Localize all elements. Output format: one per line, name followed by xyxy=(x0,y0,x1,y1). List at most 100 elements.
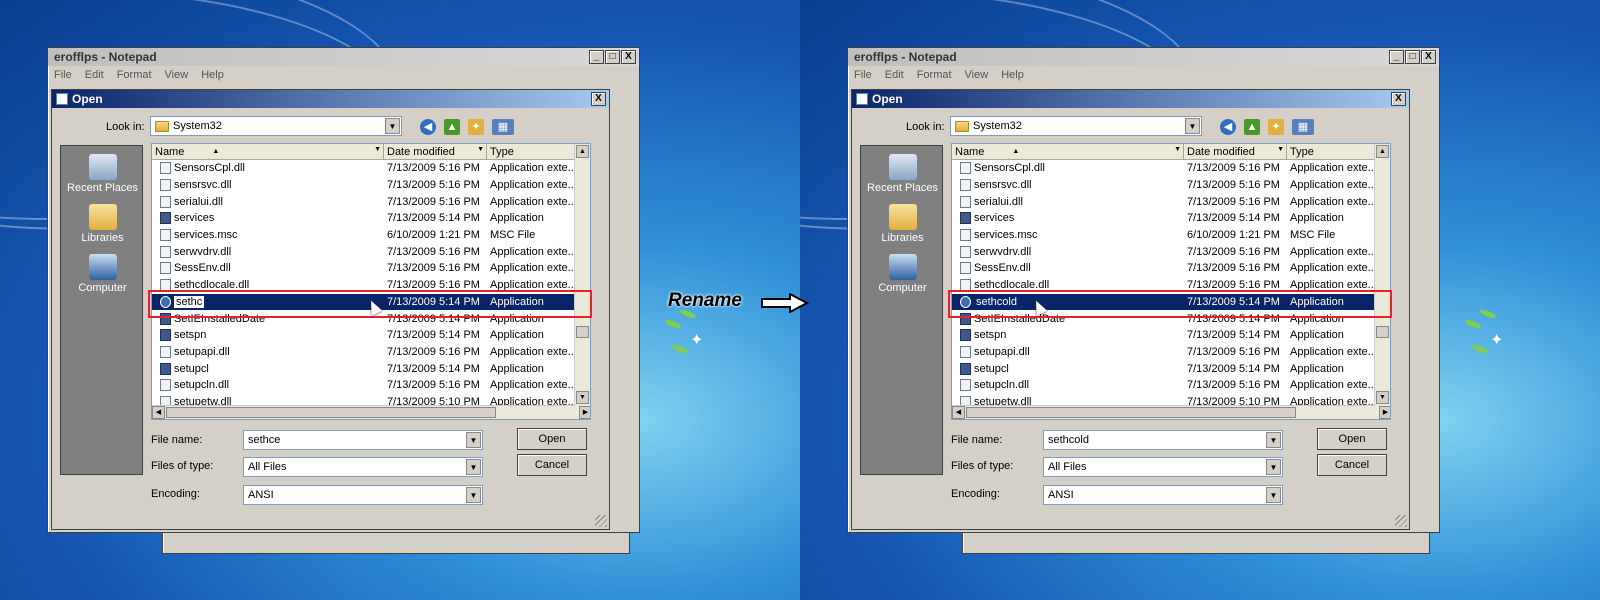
menu-view[interactable]: View xyxy=(165,69,189,81)
column-name[interactable]: Name ▲ ▼ xyxy=(952,144,1184,159)
file-name-input[interactable]: sethcold ▼ xyxy=(1043,430,1283,450)
view-menu-icon[interactable]: ▦ xyxy=(1292,119,1314,135)
close-button[interactable]: X xyxy=(1421,50,1436,64)
table-row[interactable]: SensorsCpl.dll 7/13/2009 5:16 PM Applica… xyxy=(152,160,590,177)
table-row[interactable]: setupapi.dll 7/13/2009 5:16 PM Applicati… xyxy=(152,344,590,361)
scroll-up-icon[interactable]: ▲ xyxy=(576,145,589,158)
table-row[interactable]: serwvdrv.dll 7/13/2009 5:16 PM Applicati… xyxy=(152,243,590,260)
horizontal-scrollbar[interactable]: ◀ ▶ xyxy=(952,405,1390,419)
dialog-close-button[interactable]: X xyxy=(1391,92,1406,106)
table-row[interactable]: serwvdrv.dll 7/13/2009 5:16 PM Applicati… xyxy=(952,243,1390,260)
new-folder-icon[interactable]: ✦ xyxy=(468,119,484,135)
cancel-button[interactable]: Cancel xyxy=(517,454,587,476)
table-row[interactable]: services.msc 6/10/2009 1:21 PM MSC File xyxy=(952,227,1390,244)
menu-edit[interactable]: Edit xyxy=(885,69,904,81)
menu-file[interactable]: File xyxy=(54,69,72,81)
cancel-button[interactable]: Cancel xyxy=(1317,454,1387,476)
table-row[interactable]: SessEnv.dll 7/13/2009 5:16 PM Applicatio… xyxy=(152,260,590,277)
table-row[interactable]: setupcl 7/13/2009 5:14 PM Application xyxy=(952,360,1390,377)
table-row[interactable]: SensorsCpl.dll 7/13/2009 5:16 PM Applica… xyxy=(952,160,1390,177)
table-row[interactable]: sensrsvc.dll 7/13/2009 5:16 PM Applicati… xyxy=(952,177,1390,194)
menu-format[interactable]: Format xyxy=(117,69,152,81)
scroll-left-icon[interactable]: ◀ xyxy=(152,406,165,419)
place-recent[interactable]: Recent Places xyxy=(61,154,144,194)
place-computer[interactable]: Computer xyxy=(61,254,144,294)
scroll-thumb[interactable] xyxy=(576,326,589,338)
file-name-input[interactable]: sethce ▼ xyxy=(243,430,483,450)
scroll-thumb[interactable] xyxy=(966,407,1296,418)
close-button[interactable]: X xyxy=(621,50,636,64)
table-row[interactable]: SessEnv.dll 7/13/2009 5:16 PM Applicatio… xyxy=(952,260,1390,277)
column-date[interactable]: Date modified ▼ xyxy=(384,144,487,159)
table-row[interactable]: setupcln.dll 7/13/2009 5:16 PM Applicati… xyxy=(152,377,590,394)
look-in-combo[interactable]: System32 ▼ xyxy=(150,116,402,136)
minimize-button[interactable]: _ xyxy=(1389,50,1404,64)
maximize-button[interactable]: □ xyxy=(1405,50,1420,64)
column-date[interactable]: Date modified ▼ xyxy=(1184,144,1287,159)
scroll-down-icon[interactable]: ▼ xyxy=(576,391,589,404)
maximize-button[interactable]: □ xyxy=(605,50,620,64)
chevron-down-icon[interactable]: ▼ xyxy=(1185,118,1200,134)
resize-grip[interactable] xyxy=(1395,515,1407,527)
scroll-thumb[interactable] xyxy=(166,407,496,418)
menu-view[interactable]: View xyxy=(965,69,989,81)
up-folder-icon[interactable]: ▲ xyxy=(444,119,460,135)
scroll-right-icon[interactable]: ▶ xyxy=(579,406,590,419)
minimize-button[interactable]: _ xyxy=(589,50,604,64)
table-row[interactable]: sensrsvc.dll 7/13/2009 5:16 PM Applicati… xyxy=(152,177,590,194)
vertical-scrollbar[interactable]: ▲ ▼ xyxy=(1374,144,1390,419)
menu-edit[interactable]: Edit xyxy=(85,69,104,81)
chevron-down-icon[interactable]: ▼ xyxy=(477,146,484,153)
chevron-down-icon[interactable]: ▼ xyxy=(1266,459,1281,475)
place-libraries[interactable]: Libraries xyxy=(861,204,944,244)
scroll-down-icon[interactable]: ▼ xyxy=(1376,391,1389,404)
encoding-select[interactable]: ANSI ▼ xyxy=(243,485,483,505)
chevron-down-icon[interactable]: ▼ xyxy=(466,459,481,475)
table-row[interactable]: setupcln.dll 7/13/2009 5:16 PM Applicati… xyxy=(952,377,1390,394)
place-libraries[interactable]: Libraries xyxy=(61,204,144,244)
chevron-down-icon[interactable]: ▼ xyxy=(385,118,400,134)
chevron-down-icon[interactable]: ▼ xyxy=(1266,487,1281,503)
open-button[interactable]: Open xyxy=(1317,428,1387,450)
column-type[interactable]: Type xyxy=(487,144,575,159)
table-row[interactable]: serialui.dll 7/13/2009 5:16 PM Applicati… xyxy=(152,193,590,210)
table-row[interactable]: services 7/13/2009 5:14 PM Application xyxy=(952,210,1390,227)
scroll-up-icon[interactable]: ▲ xyxy=(1376,145,1389,158)
back-arrow-icon[interactable]: ◀ xyxy=(420,119,436,135)
menu-help[interactable]: Help xyxy=(201,69,224,81)
horizontal-scrollbar[interactable]: ◀ ▶ xyxy=(152,405,590,419)
table-row[interactable]: services.msc 6/10/2009 1:21 PM MSC File xyxy=(152,227,590,244)
resize-grip[interactable] xyxy=(595,515,607,527)
menu-file[interactable]: File xyxy=(854,69,872,81)
column-type[interactable]: Type xyxy=(1287,144,1375,159)
chevron-down-icon[interactable]: ▼ xyxy=(466,487,481,503)
place-recent[interactable]: Recent Places xyxy=(861,154,944,194)
encoding-select[interactable]: ANSI ▼ xyxy=(1043,485,1283,505)
table-row[interactable]: setupapi.dll 7/13/2009 5:16 PM Applicati… xyxy=(952,344,1390,361)
table-row[interactable]: setupcl 7/13/2009 5:14 PM Application xyxy=(152,360,590,377)
table-row[interactable]: services 7/13/2009 5:14 PM Application xyxy=(152,210,590,227)
view-menu-icon[interactable]: ▦ xyxy=(492,119,514,135)
menu-format[interactable]: Format xyxy=(917,69,952,81)
chevron-down-icon[interactable]: ▼ xyxy=(1174,146,1181,153)
chevron-down-icon[interactable]: ▼ xyxy=(374,146,381,153)
open-button[interactable]: Open xyxy=(517,428,587,450)
scroll-thumb[interactable] xyxy=(1376,326,1389,338)
menu-help[interactable]: Help xyxy=(1001,69,1024,81)
table-row[interactable]: setspn 7/13/2009 5:14 PM Application xyxy=(152,327,590,344)
files-of-type-select[interactable]: All Files ▼ xyxy=(1043,457,1283,477)
table-row[interactable]: serialui.dll 7/13/2009 5:16 PM Applicati… xyxy=(952,193,1390,210)
chevron-down-icon[interactable]: ▼ xyxy=(1266,432,1281,448)
scroll-right-icon[interactable]: ▶ xyxy=(1379,406,1390,419)
files-of-type-select[interactable]: All Files ▼ xyxy=(243,457,483,477)
vertical-scrollbar[interactable]: ▲ ▼ xyxy=(574,144,590,419)
chevron-down-icon[interactable]: ▼ xyxy=(1277,146,1284,153)
table-row[interactable]: setspn 7/13/2009 5:14 PM Application xyxy=(952,327,1390,344)
dialog-close-button[interactable]: X xyxy=(591,92,606,106)
chevron-down-icon[interactable]: ▼ xyxy=(466,432,481,448)
place-computer[interactable]: Computer xyxy=(861,254,944,294)
look-in-combo[interactable]: System32 ▼ xyxy=(950,116,1202,136)
up-folder-icon[interactable]: ▲ xyxy=(1244,119,1260,135)
new-folder-icon[interactable]: ✦ xyxy=(1268,119,1284,135)
back-arrow-icon[interactable]: ◀ xyxy=(1220,119,1236,135)
